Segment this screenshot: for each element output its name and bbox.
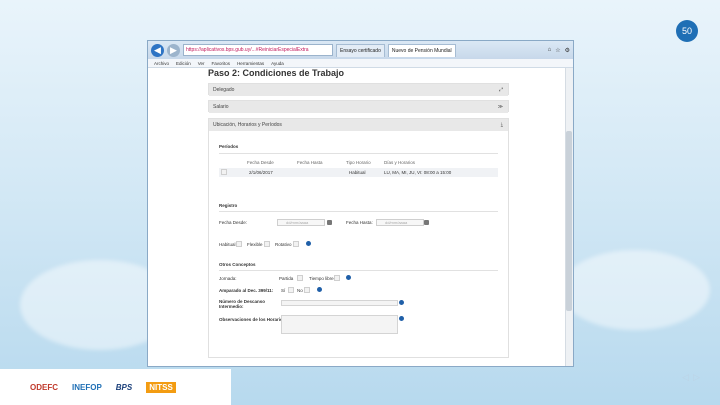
habitual-label: Habitual [219,242,236,247]
col-fecha-hasta: Fecha Hasta [297,160,323,165]
page-number-badge: 50 [676,20,698,42]
address-bar[interactable]: https://aplicativos.bps.gub.uy/...#Reini… [183,44,333,56]
fecha-hasta-label: Fecha Hasta: [346,220,373,225]
numero-descanso-input[interactable] [281,300,398,306]
help-icon[interactable] [317,287,322,292]
tiempo-libre-checkbox[interactable] [334,275,340,281]
menu-ayuda[interactable]: Ayuda [271,59,284,67]
scrollbar-thumb[interactable] [566,131,572,311]
partida-checkbox[interactable] [297,275,303,281]
logos-bar: ODEFC INEFOP BPS NITSS [0,369,231,405]
window-controls: ⌂ ☆ ⚙ [548,47,570,54]
otros-title: Otros Conceptos [219,262,256,267]
section-label: Ubicación, Horarios y Períodos [213,122,282,128]
rotativo-label: Rotativo [275,242,292,247]
fecha-desde-input[interactable]: dd/mm/aaaa [277,219,325,226]
amparado-label: Amparado al Dec. 399/11: [219,288,274,293]
cell-tipo: Habitual [349,170,366,175]
col-fecha-desde: Fecha Desde [247,160,274,165]
expand-icon[interactable]: ⤢ [499,84,503,96]
flexible-checkbox[interactable] [264,241,270,247]
calendar-icon[interactable] [327,220,332,225]
observaciones-label: Observaciones de los Horarios: [219,317,287,322]
observaciones-textarea[interactable] [281,315,398,334]
menu-herramientas[interactable]: Herramientas [237,59,264,67]
section-salario[interactable]: Salario ≫ [208,100,509,113]
jornada-label: Jornada: [219,276,237,281]
page-title: Paso 2: Condiciones de Trabajo [208,68,345,78]
partida-label: Partida [279,276,294,281]
periodos-title: Períodos [219,144,239,149]
menu-bar: Archivo Edición Ver Favoritos Herramient… [148,59,573,68]
tiempo-libre-label: Tiempo libre [309,276,334,281]
page-viewport: Paso 2: Condiciones de Trabajo Delegado ⤢… [148,68,565,366]
rotativo-checkbox[interactable] [293,241,299,247]
menu-edicion[interactable]: Edición [176,59,191,67]
menu-favoritos[interactable]: Favoritos [212,59,231,67]
row-select-checkbox[interactable] [221,169,227,175]
help-icon[interactable] [346,275,351,280]
habitual-checkbox[interactable] [236,241,242,247]
tab-ensayo[interactable]: Ensayo certificado [336,43,385,57]
browser-window: ◀ ▶ https://aplicativos.bps.gub.uy/...#R… [147,40,574,367]
chevron-down-icon[interactable]: ≫ [498,101,503,113]
numero-descanso-label: Número de Descanso Intermedio: [219,299,266,309]
forward-button[interactable]: ▶ [167,43,180,57]
star-icon[interactable]: ☆ [555,47,560,54]
no-radio[interactable] [304,287,310,293]
tab-nuevo[interactable]: Nuevo de Pensión Mundial [387,43,456,57]
section-label: Salario [213,104,229,110]
background-cloud [560,250,710,330]
si-label: Sí [281,288,286,293]
si-radio[interactable] [288,287,294,293]
section-body: Períodos Fecha Desde Fecha Hasta Tipo Ho… [209,131,508,357]
fecha-desde-label: Fecha Desde: [219,220,248,225]
menu-ver[interactable]: Ver [198,59,205,67]
help-icon[interactable] [306,241,311,246]
gear-icon[interactable]: ⚙ [565,47,570,54]
section-label: Delegado [213,87,235,93]
logo-odefc: ODEFC [30,382,58,392]
cell-dias: LU, MA, MI, JU, VI: 08:00 a 15:00 [384,170,452,175]
menu-archivo[interactable]: Archivo [154,59,169,67]
section-delegado[interactable]: Delegado ⤢ [208,83,509,96]
logo-nitss: NITSS [146,381,176,393]
flexible-label: Flexible [247,242,263,247]
logo-bps: BPS [115,382,133,392]
calendar-icon[interactable] [424,220,429,225]
section-ubicacion: Ubicación, Horarios y Períodos ⤓ Períodos… [208,118,509,358]
fecha-hasta-input[interactable]: dd/mm/aaaa [376,219,424,226]
help-icon[interactable] [399,316,404,321]
browser-titlebar: ◀ ▶ https://aplicativos.bps.gub.uy/...#R… [148,41,573,59]
cell-desde: 2/1/06/2017 [249,170,273,175]
back-button[interactable]: ◀ [151,43,164,57]
col-dias-horarios: Días y Horarios [384,160,416,165]
registro-title: Registro [219,203,238,208]
home-icon[interactable]: ⌂ [548,47,552,54]
col-tipo-horario: Tipo Horario [346,160,371,165]
nav-arrows-icon: ◁▷ [682,372,704,382]
help-icon[interactable] [399,300,404,305]
logo-inefop: INEFOP [72,382,102,392]
collapse-icon[interactable]: ⤓ [501,119,503,131]
no-label: No [297,288,303,293]
